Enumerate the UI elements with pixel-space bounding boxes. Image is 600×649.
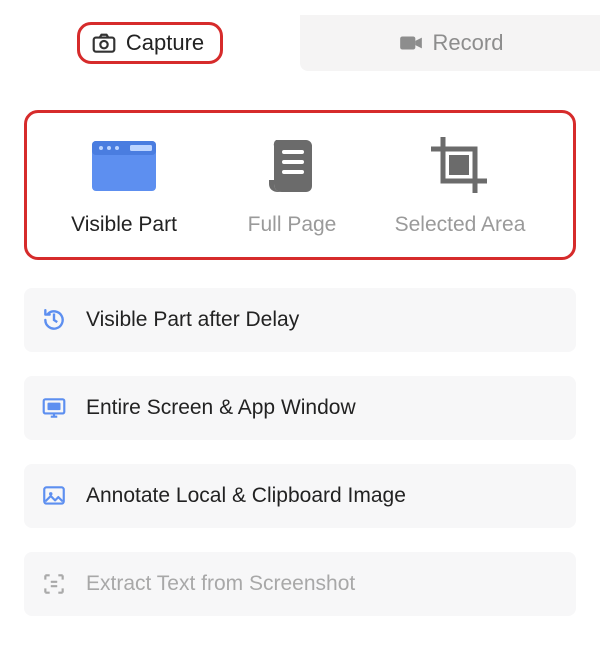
tab-capture[interactable]: Capture (0, 8, 300, 78)
page-scroll-icon (256, 133, 328, 197)
capture-modes-highlight: Visible Part Full Page Selected Area (24, 110, 576, 260)
mode-visible-part-label: Visible Part (71, 213, 177, 237)
option-entire-screen[interactable]: Entire Screen & App Window (24, 376, 576, 440)
option-entire-screen-label: Entire Screen & App Window (86, 396, 356, 420)
ocr-icon (40, 570, 68, 598)
option-visible-delay-label: Visible Part after Delay (86, 308, 299, 332)
crop-icon (424, 133, 496, 197)
delay-icon (40, 306, 68, 334)
tab-capture-label: Capture (126, 30, 204, 56)
screen-icon (40, 394, 68, 422)
video-icon (397, 29, 425, 57)
option-annotate[interactable]: Annotate Local & Clipboard Image (24, 464, 576, 528)
option-list: Visible Part after Delay Entire Screen &… (24, 288, 576, 616)
tab-strip: Capture Record (0, 8, 600, 78)
option-annotate-label: Annotate Local & Clipboard Image (86, 484, 406, 508)
mode-full-page-label: Full Page (248, 213, 337, 237)
option-extract-text-label: Extract Text from Screenshot (86, 572, 355, 596)
mode-selected-area-label: Selected Area (395, 213, 526, 237)
image-icon (40, 482, 68, 510)
mode-visible-part[interactable]: Visible Part (49, 133, 199, 237)
mode-full-page[interactable]: Full Page (217, 133, 367, 237)
camera-icon (90, 29, 118, 57)
browser-window-icon (88, 133, 160, 197)
tab-record[interactable]: Record (300, 15, 600, 71)
option-extract-text[interactable]: Extract Text from Screenshot (24, 552, 576, 616)
tab-capture-highlight: Capture (77, 22, 223, 64)
tab-record-label: Record (433, 30, 504, 56)
option-visible-delay[interactable]: Visible Part after Delay (24, 288, 576, 352)
mode-selected-area[interactable]: Selected Area (385, 133, 535, 237)
